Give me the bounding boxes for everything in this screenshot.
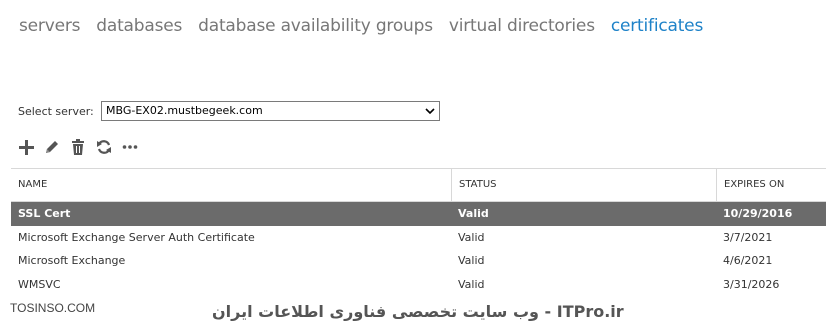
watermark-right: ITPro.ir - وب سایت تخصصی فناوری اطلاعات … [212, 302, 624, 321]
server-select[interactable]: MBG-EX02.mustbegeek.com [101, 101, 440, 121]
watermark-left: TOSINSO.COM [10, 301, 96, 315]
table-header: NAME STATUS EXPIRES ON [11, 168, 826, 202]
cell-expires-on: 3/7/2021 [723, 230, 773, 244]
cell-name: Microsoft Exchange [18, 254, 126, 267]
add-icon[interactable] [17, 138, 35, 156]
cell-status: Valid [458, 254, 485, 267]
certificates-table: NAME STATUS EXPIRES ON SSL Cert Valid 10… [11, 168, 826, 296]
chevron-down-icon [425, 108, 435, 115]
table-row[interactable]: Microsoft Exchange Server Auth Certifica… [11, 226, 826, 250]
toolbar [17, 138, 139, 156]
server-selector-row: Select server: MBG-EX02.mustbegeek.com [18, 101, 440, 121]
edit-icon[interactable] [43, 138, 61, 156]
tab-bar: servers databases database availability … [19, 16, 703, 36]
cell-expires-on: 10/29/2016 [723, 207, 793, 220]
column-header-expires-on[interactable]: EXPIRES ON [716, 169, 826, 201]
cell-expires-on: 4/6/2021 [723, 254, 773, 267]
tab-certificates[interactable]: certificates [611, 16, 703, 36]
cell-name: WMSVC [18, 277, 61, 291]
cell-status: Valid [458, 230, 485, 244]
table-row[interactable]: SSL Cert Valid 10/29/2016 [11, 202, 826, 226]
tab-servers[interactable]: servers [19, 16, 80, 36]
more-icon[interactable] [121, 138, 139, 156]
column-header-name[interactable]: NAME [11, 169, 451, 201]
cell-status: Valid [458, 207, 489, 220]
server-select-value: MBG-EX02.mustbegeek.com [106, 104, 263, 117]
select-server-label: Select server: [18, 104, 94, 118]
tab-databases[interactable]: databases [96, 16, 182, 36]
tab-virtual-directories[interactable]: virtual directories [449, 16, 595, 36]
cell-expires-on: 3/31/2026 [723, 277, 780, 291]
delete-icon[interactable] [69, 138, 87, 156]
column-header-status[interactable]: STATUS [451, 169, 716, 201]
refresh-icon[interactable] [95, 138, 113, 156]
tab-database-availability-groups[interactable]: database availability groups [198, 16, 433, 36]
table-row[interactable]: WMSVC Valid 3/31/2026 [11, 273, 826, 297]
cell-name: SSL Cert [18, 207, 71, 220]
cell-status: Valid [458, 277, 485, 291]
cell-name: Microsoft Exchange Server Auth Certifica… [18, 230, 255, 244]
table-row[interactable]: Microsoft Exchange Valid 4/6/2021 [11, 249, 826, 273]
